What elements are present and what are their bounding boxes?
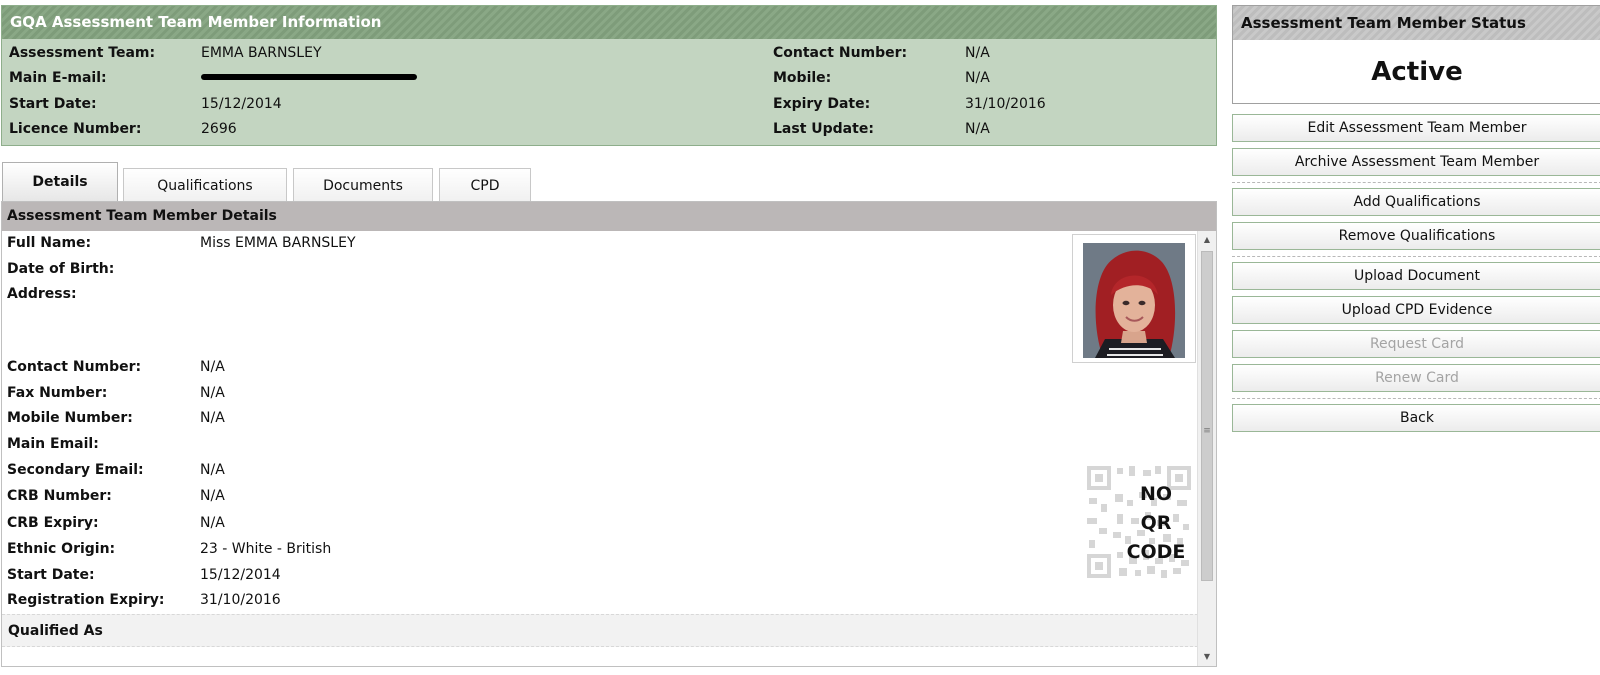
member-status-title: Assessment Team Member Status [1233,6,1600,40]
start-date-label: Start Date: [9,96,97,112]
tab-details[interactable]: Details [2,162,118,202]
qualified-as-section[interactable]: Qualified As [2,614,1198,647]
start-date-value: 15/12/2014 [201,96,282,112]
main-email-label: Main E-mail: [9,70,107,86]
edit-member-button[interactable]: Edit Assessment Team Member [1232,114,1600,142]
mobile-number-label: Mobile Number: [7,410,133,426]
request-card-button[interactable]: Request Card [1232,330,1600,358]
crb-number-label: CRB Number: [7,488,112,504]
member-info-title: GQA Assessment Team Member Information [2,6,1216,39]
contact-number-label: Contact Number: [773,45,908,61]
add-qualifications-button[interactable]: Add Qualifications [1232,188,1600,216]
member-info-grid: Assessment Team: EMMA BARNSLEY Main E-ma… [2,39,1216,145]
redaction-scribble [201,74,417,80]
member-photo-frame [1072,234,1196,363]
ethnic-origin-label: Ethnic Origin: [7,541,116,557]
last-update-value: N/A [965,121,990,137]
scroll-down-icon[interactable]: ▼ [1198,648,1216,665]
contact-number-detail-value: N/A [200,359,225,375]
member-photo [1083,243,1185,358]
member-status-panel: Assessment Team Member Status Active [1232,5,1600,104]
date-of-birth-label: Date of Birth: [7,261,115,277]
button-divider [1232,398,1600,399]
contact-number-value: N/A [965,45,990,61]
crb-expiry-label: CRB Expiry: [7,515,99,531]
scrollbar-grip-icon: ≡ [1203,426,1211,436]
mobile-label: Mobile: [773,70,832,86]
ethnic-origin-value: 23 - White - British [200,541,332,557]
address-label: Address: [7,286,77,302]
tab-documents[interactable]: Documents [293,168,433,202]
upload-document-button[interactable]: Upload Document [1232,262,1600,290]
crb-number-value: N/A [200,488,225,504]
start-date-detail-label: Start Date: [7,567,95,583]
button-divider [1232,182,1600,183]
back-button[interactable]: Back [1232,404,1600,432]
start-date-detail-value: 15/12/2014 [200,567,281,583]
upload-cpd-evidence-button[interactable]: Upload CPD Evidence [1232,296,1600,324]
scroll-up-icon[interactable]: ▲ [1198,231,1216,248]
tab-qualifications[interactable]: Qualifications [123,168,287,202]
details-scrollbar[interactable]: ▲ ≡ ▼ [1197,231,1216,666]
expiry-date-value: 31/10/2016 [965,96,1046,112]
main-email-value [201,66,417,91]
licence-number-value: 2696 [201,121,237,137]
last-update-label: Last Update: [773,121,874,137]
button-divider [1232,256,1600,257]
tab-cpd[interactable]: CPD [439,168,531,202]
secondary-email-value: N/A [200,462,225,478]
member-details-body: Full Name: Miss EMMA BARNSLEY Date of Bi… [2,231,1216,666]
assessment-team-value: EMMA BARNSLEY [201,45,322,61]
fax-number-label: Fax Number: [7,385,108,401]
mobile-value: N/A [965,70,990,86]
assessment-team-label: Assessment Team: [9,45,156,61]
scrollbar-thumb[interactable]: ≡ [1201,251,1213,581]
full-name-label: Full Name: [7,235,92,251]
remove-qualifications-button[interactable]: Remove Qualifications [1232,222,1600,250]
fax-number-value: N/A [200,385,225,401]
member-details-title: Assessment Team Member Details [2,202,1216,231]
registration-expiry-label: Registration Expiry: [7,592,165,608]
member-details-panel: Assessment Team Member Details Full Name… [1,201,1217,667]
qr-code-placeholder: NO QR CODE [1085,464,1193,580]
expiry-date-label: Expiry Date: [773,96,871,112]
renew-card-button[interactable]: Renew Card [1232,364,1600,392]
crb-expiry-value: N/A [200,515,225,531]
member-info-panel: GQA Assessment Team Member Information A… [1,5,1217,146]
member-photo-image [1083,243,1185,358]
main-email-detail-label: Main Email: [7,436,99,452]
no-qr-code-text: NO QR CODE [1126,483,1186,563]
member-status-value: Active [1371,57,1463,87]
contact-number-detail-label: Contact Number: [7,359,142,375]
secondary-email-label: Secondary Email: [7,462,144,478]
mobile-number-value: N/A [200,410,225,426]
registration-expiry-value: 31/10/2016 [200,592,281,608]
full-name-value: Miss EMMA BARNSLEY [200,235,356,251]
archive-member-button[interactable]: Archive Assessment Team Member [1232,148,1600,176]
licence-number-label: Licence Number: [9,121,142,137]
